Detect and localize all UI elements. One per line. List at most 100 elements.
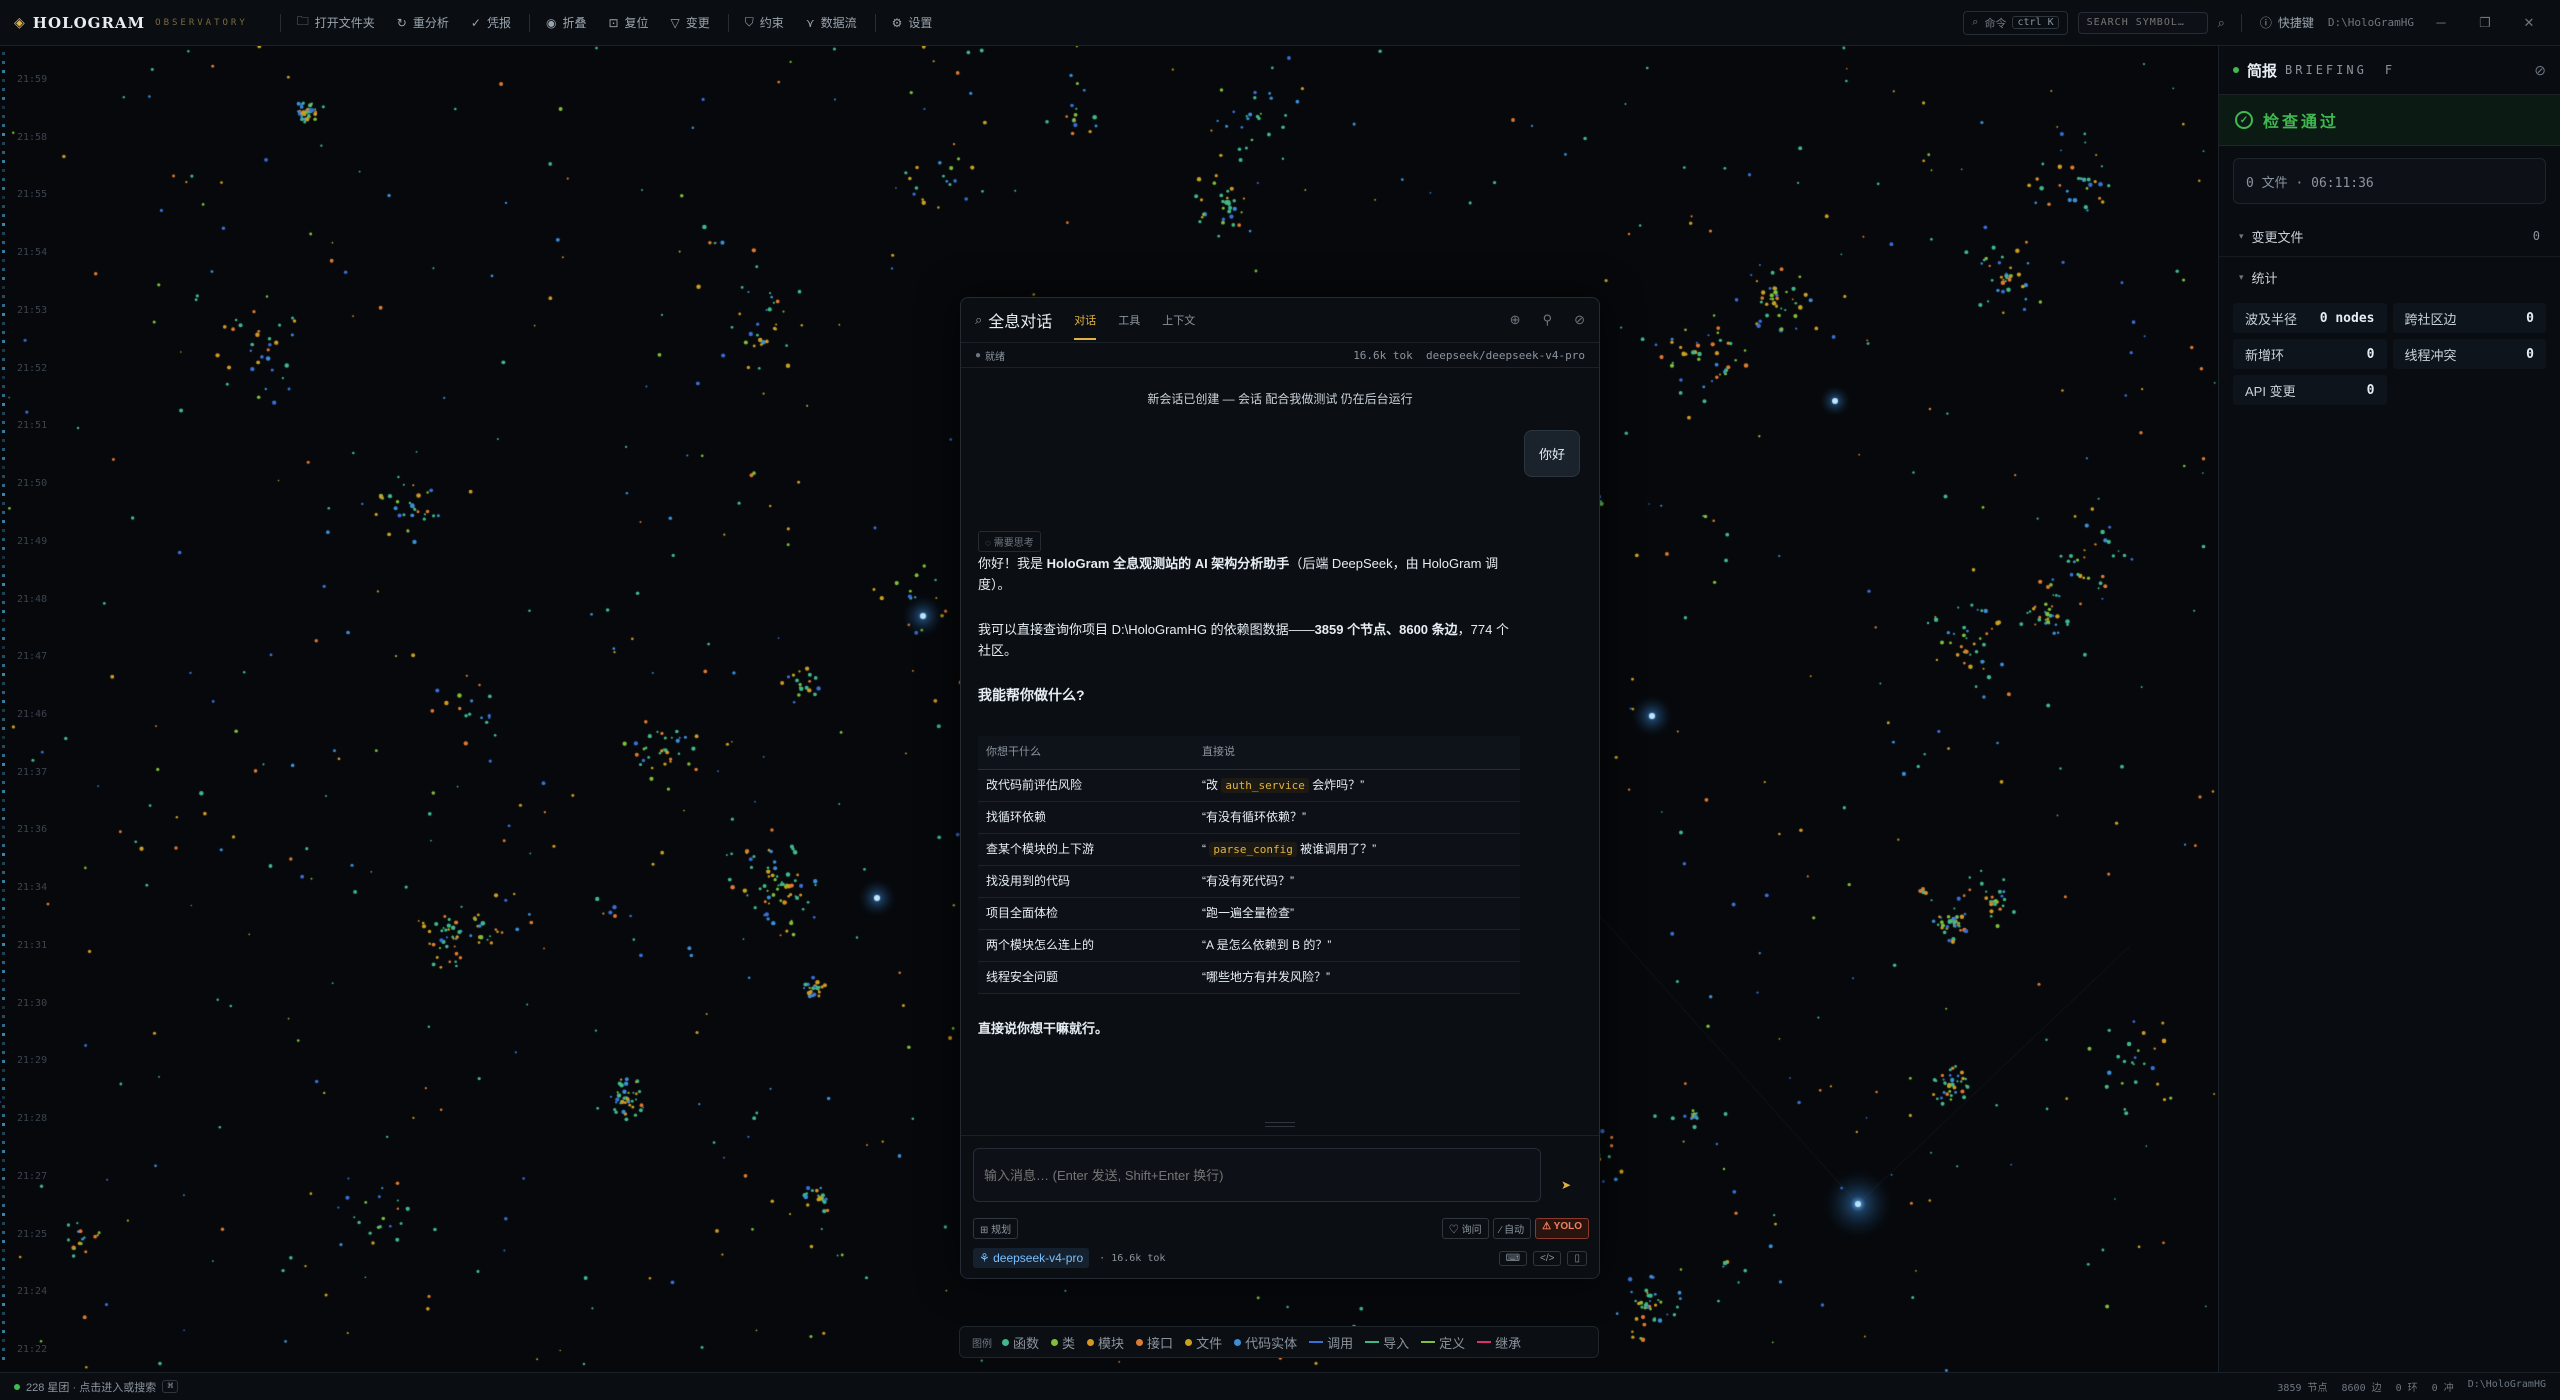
timeline-label[interactable]: 21:22 xyxy=(17,1344,47,1355)
constraints-button[interactable]: ⛉ 约束 xyxy=(735,8,794,37)
status-dot xyxy=(2233,67,2239,73)
changes-button[interactable]: ▽ 变更 xyxy=(661,8,720,37)
symbol-search-input[interactable] xyxy=(2077,11,2208,34)
timeline-label[interactable]: 21:53 xyxy=(17,305,47,316)
timeline-label[interactable]: 21:49 xyxy=(17,536,47,547)
timeline-label[interactable]: 21:59 xyxy=(17,74,47,85)
timeline-label[interactable]: 21:48 xyxy=(17,594,47,605)
legend-node-0[interactable]: 函数 xyxy=(1002,1333,1039,1352)
shortcuts-button[interactable]: ⓘ 快捷键 xyxy=(2258,14,2316,31)
timeline-tick xyxy=(2,979,5,982)
legend-edge-1[interactable]: 导入 xyxy=(1365,1333,1409,1352)
message-input[interactable] xyxy=(973,1148,1541,1202)
legend-edge-0[interactable]: 调用 xyxy=(1309,1333,1353,1352)
mode-ask-button[interactable]: ♡ 询问 xyxy=(1441,1218,1489,1239)
code-slash-icon[interactable]: </> xyxy=(1533,1250,1562,1266)
timeline-label[interactable]: 21:24 xyxy=(17,1286,47,1297)
mode-auto-button[interactable]: ⁄ 自动 xyxy=(1492,1218,1532,1239)
hide-panel-icon[interactable]: ⊘ xyxy=(2534,62,2546,79)
prompt-code: parse_config xyxy=(1209,842,1297,857)
maximize-icon[interactable]: ❐ xyxy=(2468,15,2502,31)
toolbar-divider xyxy=(874,13,876,32)
model-name: deepseek-v4-pro xyxy=(993,1251,1084,1265)
keyboard-icon[interactable]: ⌨ xyxy=(1498,1250,1528,1266)
pin-icon[interactable]: ⚲ xyxy=(1543,312,1553,328)
close-icon[interactable]: ✕ xyxy=(2512,15,2546,31)
legend-label: 模块 xyxy=(1098,1335,1125,1351)
timeline-label[interactable]: 21:54 xyxy=(17,247,47,258)
legend-node-2[interactable]: 模块 xyxy=(1087,1333,1124,1352)
settings-button[interactable]: ⚙ 设置 xyxy=(882,8,943,37)
timeline-tick xyxy=(2,556,5,559)
timeline-tick xyxy=(2,358,5,361)
mode-yolo-button[interactable]: ⚠ YOLO xyxy=(1535,1218,1589,1239)
timeline-label[interactable]: 21:29 xyxy=(17,1055,47,1066)
ai-p2-bold: 3859 个节点、8600 条边 xyxy=(1314,622,1458,637)
minimize-icon[interactable]: ─ xyxy=(2424,15,2458,30)
timeline-label[interactable]: 21:25 xyxy=(17,1229,47,1240)
top-toolbar: ◈ HOLOGRAM OBSERVATORY 🗀 打开文件夹 ↻ 重分析 ✓ 凭报 ◉… xyxy=(0,0,2560,46)
resize-handle[interactable] xyxy=(1265,1122,1295,1127)
model-row: ⚘ deepseek-v4-pro · 16.6k tok ⌨ </> ▯ xyxy=(973,1248,1587,1268)
timeline-tick xyxy=(2,412,5,415)
open-folder-button[interactable]: 🗀 打开文件夹 xyxy=(287,6,385,39)
timeline-tick xyxy=(2,934,5,937)
send-icon[interactable]: ➤ xyxy=(1561,1178,1571,1192)
collapse-button[interactable]: ◉ 折叠 xyxy=(536,8,597,37)
timeline-label[interactable]: 21:46 xyxy=(17,709,47,720)
tab-context[interactable]: 上下文 xyxy=(1162,300,1195,340)
timeline-label[interactable]: 21:58 xyxy=(17,132,47,143)
legend-dot-icon xyxy=(1234,1338,1242,1346)
timeline-label[interactable]: 21:31 xyxy=(17,940,47,951)
timeline-label[interactable]: 21:52 xyxy=(17,363,47,374)
legend-node-1[interactable]: 类 xyxy=(1051,1333,1075,1352)
command-palette-button[interactable]: ⌕ 命令 ctrl K xyxy=(1963,10,2068,35)
reset-button[interactable]: ⊡ 复位 xyxy=(598,8,658,37)
tab-chat[interactable]: 对话 xyxy=(1074,300,1097,340)
reanalyze-label: 重分析 xyxy=(412,16,449,30)
dataflow-button[interactable]: ⋎ 数据流 xyxy=(796,8,867,37)
legend-edge-3[interactable]: 继承 xyxy=(1477,1333,1521,1352)
search-go-icon[interactable]: ⌕ xyxy=(2218,15,2225,31)
timeline-label[interactable]: 21:30 xyxy=(17,998,47,1009)
stats-section[interactable]: ▾ 统计 xyxy=(2219,257,2560,297)
legend-edge-2[interactable]: 定义 xyxy=(1421,1333,1465,1352)
legend-node-3[interactable]: 接口 xyxy=(1136,1333,1173,1352)
chevron-down-icon: ▾ xyxy=(2239,271,2244,282)
document-icon[interactable]: ▯ xyxy=(1567,1250,1587,1266)
capabilities-table: 你想干什么 直接说 改代码前评估风险 “改 auth_service 会炸吗？” 找循… xyxy=(978,736,1520,994)
reanalyze-button[interactable]: ↻ 重分析 xyxy=(387,8,459,37)
timeline-label[interactable]: 21:37 xyxy=(17,767,47,778)
chat-messages[interactable]: 新会话已创建 — 会话 配合我做测试 仍在后台运行 xyxy=(961,390,1599,407)
timeline-tick xyxy=(2,106,5,109)
timeline-label[interactable]: 21:27 xyxy=(17,1171,47,1182)
timeline-tick xyxy=(2,439,5,442)
timeline-tick xyxy=(2,1078,5,1081)
changed-files-section[interactable]: ▾ 变更文件 0 xyxy=(2219,216,2560,257)
close-chat-icon[interactable]: ⊘ xyxy=(1574,312,1585,328)
timeline-label[interactable]: 21:34 xyxy=(17,882,47,893)
report-button[interactable]: ✓ 凭报 xyxy=(461,8,521,37)
new-session-icon[interactable]: ⊕ xyxy=(1510,312,1521,328)
timeline-label[interactable]: 21:51 xyxy=(17,420,47,431)
timeline-label[interactable]: 21:55 xyxy=(17,189,47,200)
timeline-rail[interactable]: 21:59 21:58 21:55 21:54 21:53 21:52 21:51 21:50… xyxy=(0,46,60,1372)
legend-dot-icon xyxy=(1051,1338,1059,1346)
timeline-label[interactable]: 21:28 xyxy=(17,1113,47,1124)
status-edges: 8600 边 xyxy=(2341,1383,2382,1394)
prompt-text: “改 xyxy=(1202,778,1222,792)
tab-tools[interactable]: 工具 xyxy=(1118,300,1140,340)
prompt-text: “A 是怎么依赖到 B 的？” xyxy=(1202,938,1332,952)
mode-auto-label: 自动 xyxy=(1504,1225,1525,1236)
legend-dot-icon xyxy=(1136,1338,1144,1346)
legend-node-5[interactable]: 代码实体 xyxy=(1234,1333,1297,1352)
chat-header[interactable]: ⌕ 全息对话 对话 工具 上下文 ⊕ ⚲ ⊘ xyxy=(961,298,1599,343)
timeline-tick xyxy=(2,1231,5,1234)
timeline-label[interactable]: 21:47 xyxy=(17,651,47,662)
timeline-label[interactable]: 21:36 xyxy=(17,824,47,835)
thinking-indicator[interactable]: ◌ 需要思考 xyxy=(978,531,1041,552)
timeline-label[interactable]: 21:50 xyxy=(17,478,47,489)
plan-button[interactable]: ⊞ 规划 xyxy=(973,1218,1019,1239)
legend-node-4[interactable]: 文件 xyxy=(1185,1333,1222,1352)
model-selector[interactable]: ⚘ deepseek-v4-pro xyxy=(973,1248,1090,1268)
